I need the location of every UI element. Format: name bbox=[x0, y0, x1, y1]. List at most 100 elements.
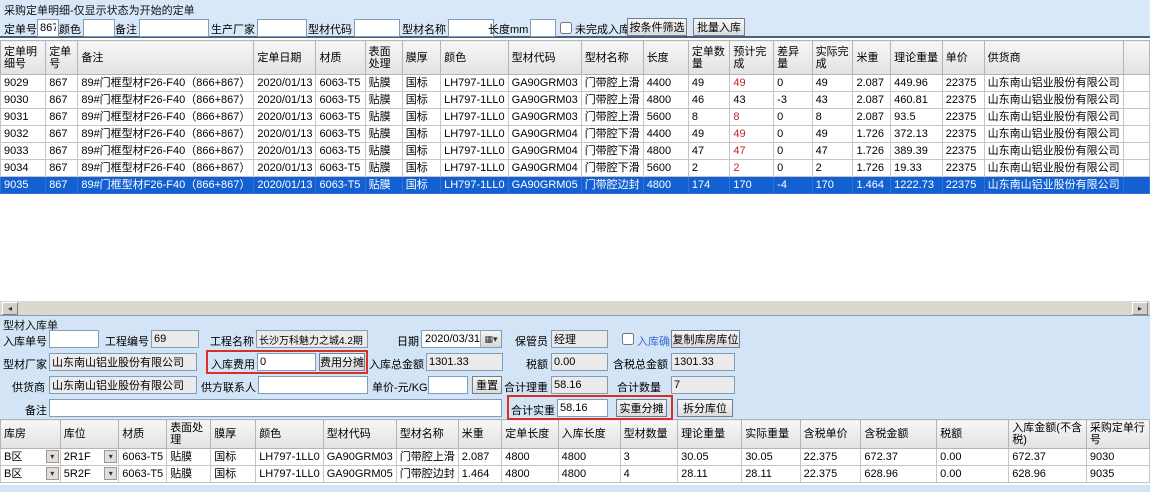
inbound-total-input[interactable] bbox=[426, 353, 503, 371]
column-header[interactable]: 实际完成 bbox=[812, 41, 853, 75]
cell: 2.087 bbox=[853, 92, 891, 109]
remark-input[interactable] bbox=[49, 399, 502, 417]
cell: GA90GRM05 bbox=[323, 466, 396, 483]
table-row[interactable]: 903586789#门框型材F26-F40（866+867）2020/01/13… bbox=[1, 177, 1150, 194]
color-filter-label: 颜色 bbox=[57, 21, 81, 39]
date-dropdown-button[interactable]: ▦▾ bbox=[480, 331, 501, 347]
profile-manufacturer-input[interactable] bbox=[49, 353, 197, 371]
column-header[interactable]: 理论重量 bbox=[891, 41, 943, 75]
column-header[interactable]: 差异量 bbox=[774, 41, 812, 75]
filter-by-condition-button[interactable]: 按条件筛选 bbox=[627, 18, 687, 36]
column-header[interactable]: 备注 bbox=[78, 41, 254, 75]
column-header[interactable]: 颜色 bbox=[441, 41, 509, 75]
column-header[interactable]: 库房 bbox=[1, 420, 61, 449]
column-header[interactable]: 库位 bbox=[60, 420, 118, 449]
column-header[interactable]: 供货商 bbox=[984, 41, 1123, 75]
dropdown-arrow-icon[interactable]: ▾ bbox=[104, 450, 117, 463]
project-name-input[interactable] bbox=[256, 330, 368, 348]
column-header[interactable]: 米重 bbox=[458, 420, 501, 449]
batch-inbound-button[interactable]: 批量入库 bbox=[693, 18, 745, 36]
dropdown-arrow-icon[interactable]: ▾ bbox=[46, 467, 59, 480]
supplier-input[interactable] bbox=[49, 376, 197, 394]
reset-button[interactable]: 重置 bbox=[472, 376, 502, 394]
column-header[interactable]: 预计完成 bbox=[730, 41, 774, 75]
date-picker[interactable]: 2020/03/31 ▦▾ bbox=[421, 330, 502, 348]
cell: 672.37 bbox=[1009, 449, 1087, 466]
inbound-fee-input[interactable] bbox=[257, 353, 316, 371]
table-row[interactable]: B区▾2R1F▾6063-T5贴膜国标LH797-1LL0GA90GRM03门带… bbox=[1, 449, 1150, 466]
copy-warehouse-location-button[interactable]: 复制库房库位 bbox=[671, 330, 740, 348]
dropdown-arrow-icon[interactable]: ▾ bbox=[46, 450, 59, 463]
column-header[interactable]: 长度 bbox=[643, 41, 688, 75]
column-header[interactable]: 材质 bbox=[316, 41, 365, 75]
column-header[interactable]: 入库金额(不含税) bbox=[1009, 420, 1087, 449]
unfinished-inbound-checkbox[interactable] bbox=[560, 22, 572, 34]
column-header[interactable]: 采购定单行号 bbox=[1086, 420, 1149, 449]
column-header[interactable]: 型材名称 bbox=[396, 420, 458, 449]
column-header[interactable]: 型材数量 bbox=[620, 420, 677, 449]
table-row[interactable]: 903186789#门框型材F26-F40（866+867）2020/01/13… bbox=[1, 109, 1150, 126]
column-header[interactable]: 型材代码 bbox=[508, 41, 581, 75]
split-location-button[interactable]: 拆分库位 bbox=[677, 399, 733, 417]
keeper-input[interactable] bbox=[551, 330, 608, 348]
project-no-input[interactable] bbox=[151, 330, 199, 348]
table-row[interactable]: 903386789#门框型材F26-F40（866+867）2020/01/13… bbox=[1, 143, 1150, 160]
inbound-no-input[interactable] bbox=[49, 330, 99, 348]
horizontal-scrollbar[interactable]: ◂ ▸ bbox=[0, 300, 1150, 315]
profile-code-filter-input[interactable] bbox=[354, 19, 400, 37]
dropdown-arrow-icon[interactable]: ▾ bbox=[104, 467, 117, 480]
column-header[interactable]: 米重 bbox=[853, 41, 891, 75]
column-header[interactable]: 膜厚 bbox=[402, 41, 440, 75]
column-header[interactable]: 实际重量 bbox=[742, 420, 800, 449]
column-header[interactable]: 税额 bbox=[937, 420, 1009, 449]
column-header[interactable]: 型材代码 bbox=[323, 420, 396, 449]
cell: 93.5 bbox=[891, 109, 943, 126]
column-header[interactable]: 膜厚 bbox=[211, 420, 256, 449]
column-header[interactable]: 单价 bbox=[942, 41, 984, 75]
table-row[interactable]: 903486789#门框型材F26-F40（866+867）2020/01/13… bbox=[1, 160, 1150, 177]
column-header[interactable]: 材质 bbox=[119, 420, 167, 449]
column-header[interactable]: 定单长度 bbox=[502, 420, 558, 449]
cell: 山东南山铝业股份有限公司 bbox=[984, 143, 1123, 160]
column-header[interactable]: 含税金额 bbox=[861, 420, 937, 449]
column-header[interactable]: 入库长度 bbox=[558, 420, 620, 449]
total-theory-weight-input[interactable] bbox=[551, 376, 608, 394]
cell: 867 bbox=[46, 75, 78, 92]
column-header[interactable]: 定单明细号 bbox=[1, 41, 46, 75]
column-header[interactable]: 表面处理 bbox=[167, 420, 211, 449]
cell: 山东南山铝业股份有限公司 bbox=[984, 92, 1123, 109]
total-qty-input[interactable] bbox=[671, 376, 735, 394]
cell: 47 bbox=[730, 143, 774, 160]
table-row[interactable]: 902986789#门框型材F26-F40（866+867）2020/01/13… bbox=[1, 75, 1150, 92]
scroll-left-arrow-icon[interactable]: ◂ bbox=[2, 302, 18, 315]
remark-filter-input[interactable] bbox=[139, 19, 209, 37]
column-header[interactable]: 定单数量 bbox=[688, 41, 729, 75]
tax-input[interactable] bbox=[551, 353, 608, 371]
total-with-tax-input[interactable] bbox=[671, 353, 735, 371]
cell: 1.726 bbox=[853, 160, 891, 177]
actual-weight-allocate-button[interactable]: 实重分摊 bbox=[616, 399, 667, 417]
table-row[interactable]: 903086789#门框型材F26-F40（866+867）2020/01/13… bbox=[1, 92, 1150, 109]
inbound-confirm-checkbox[interactable] bbox=[622, 333, 634, 345]
fee-allocate-button[interactable]: 费用分摊 bbox=[319, 353, 365, 371]
manufacturer-filter-input[interactable] bbox=[257, 19, 307, 37]
order-no-input[interactable] bbox=[37, 19, 59, 37]
column-header[interactable]: 理论重量 bbox=[678, 420, 742, 449]
table-row[interactable]: 903286789#门框型材F26-F40（866+867）2020/01/13… bbox=[1, 126, 1150, 143]
column-header[interactable]: 含税单价 bbox=[800, 420, 861, 449]
column-header[interactable]: 颜色 bbox=[256, 420, 324, 449]
column-header[interactable]: 定单日期 bbox=[254, 41, 316, 75]
scroll-right-arrow-icon[interactable]: ▸ bbox=[1132, 302, 1148, 315]
column-header[interactable]: 定单号 bbox=[46, 41, 78, 75]
column-header[interactable]: 表面处理 bbox=[365, 41, 402, 75]
color-filter-input[interactable] bbox=[83, 19, 115, 37]
keeper-label: 保管员 bbox=[512, 333, 548, 351]
length-filter-input[interactable] bbox=[530, 19, 556, 37]
column-header[interactable]: 型材名称 bbox=[581, 41, 643, 75]
supplier-contact-input[interactable] bbox=[258, 376, 368, 394]
unit-price-input[interactable] bbox=[428, 376, 468, 394]
total-actual-weight-input[interactable] bbox=[557, 399, 608, 417]
table-row[interactable]: B区▾5R2F▾6063-T5贴膜国标LH797-1LL0GA90GRM05门带… bbox=[1, 466, 1150, 483]
cell: 22375 bbox=[942, 126, 984, 143]
cell: 22375 bbox=[942, 75, 984, 92]
